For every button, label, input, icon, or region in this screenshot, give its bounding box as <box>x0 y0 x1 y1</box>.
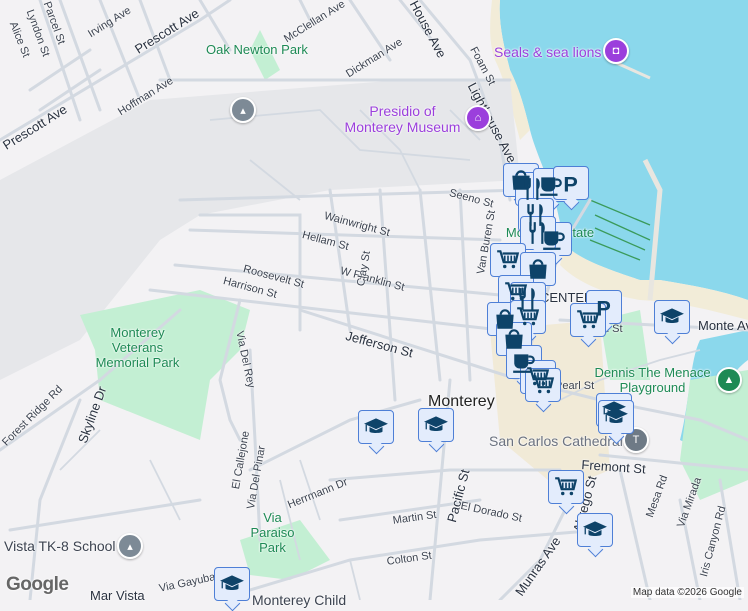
park-label: Oak Newton Park <box>206 42 308 57</box>
park-label: Via Paraiso Park <box>250 510 295 555</box>
poi-monterey-child[interactable]: Monterey Child <box>252 592 346 608</box>
camera-icon[interactable]: ◘ <box>603 38 629 64</box>
shopping-cart-icon <box>494 247 522 273</box>
school-marker[interactable] <box>358 410 394 444</box>
school-icon <box>362 414 390 440</box>
school-marker[interactable] <box>214 567 250 601</box>
shopping-cart-marker[interactable] <box>570 303 606 337</box>
museum-icon[interactable]: ⌂ <box>465 105 491 131</box>
school-icon <box>422 412 450 438</box>
school-pin-icon[interactable]: ▴ <box>230 97 256 123</box>
tree-icon[interactable]: ▲ <box>716 367 742 393</box>
poi-seals[interactable]: Seals & sea lions <box>494 44 601 60</box>
school-icon <box>658 304 686 330</box>
map-canvas[interactable]: P <box>0 0 748 600</box>
school-icon <box>218 571 246 597</box>
poi-san-carlos-cathedral[interactable]: San Carlos Cathedral <box>489 433 623 449</box>
school-pin-icon[interactable]: ▴ <box>117 533 143 559</box>
shopping-cart-icon <box>529 372 557 398</box>
shopping-cart-icon <box>552 474 580 500</box>
school-marker[interactable] <box>418 408 454 442</box>
poi-presidio-museum[interactable]: Presidio of Monterey Museum <box>340 103 465 135</box>
school-marker[interactable] <box>598 400 634 434</box>
restaurant-marker[interactable] <box>520 216 556 250</box>
shopping-cart-marker[interactable] <box>525 368 561 402</box>
poi-vista-school[interactable]: Vista TK-8 School <box>4 538 116 554</box>
shopping-cart-marker[interactable] <box>548 470 584 504</box>
street-label: Mar Vista <box>90 588 145 603</box>
park-label: Dennis The Menace Playground <box>594 365 711 395</box>
map-credit[interactable]: Map data ©2026 Google <box>630 587 744 598</box>
school-icon <box>581 517 609 543</box>
street-label: Monte Ave <box>698 318 748 333</box>
school-icon <box>602 404 630 430</box>
google-logo: Google <box>6 574 69 595</box>
school-marker[interactable] <box>654 300 690 334</box>
restaurant-icon <box>524 220 552 246</box>
parking-icon <box>557 170 585 196</box>
parking-marker[interactable] <box>553 166 589 200</box>
shopping-cart-icon <box>574 307 602 333</box>
school-marker[interactable] <box>577 513 613 547</box>
park-label: Monterey Veterans Memorial Park <box>95 325 180 370</box>
shopping-cart-marker[interactable] <box>490 243 526 277</box>
